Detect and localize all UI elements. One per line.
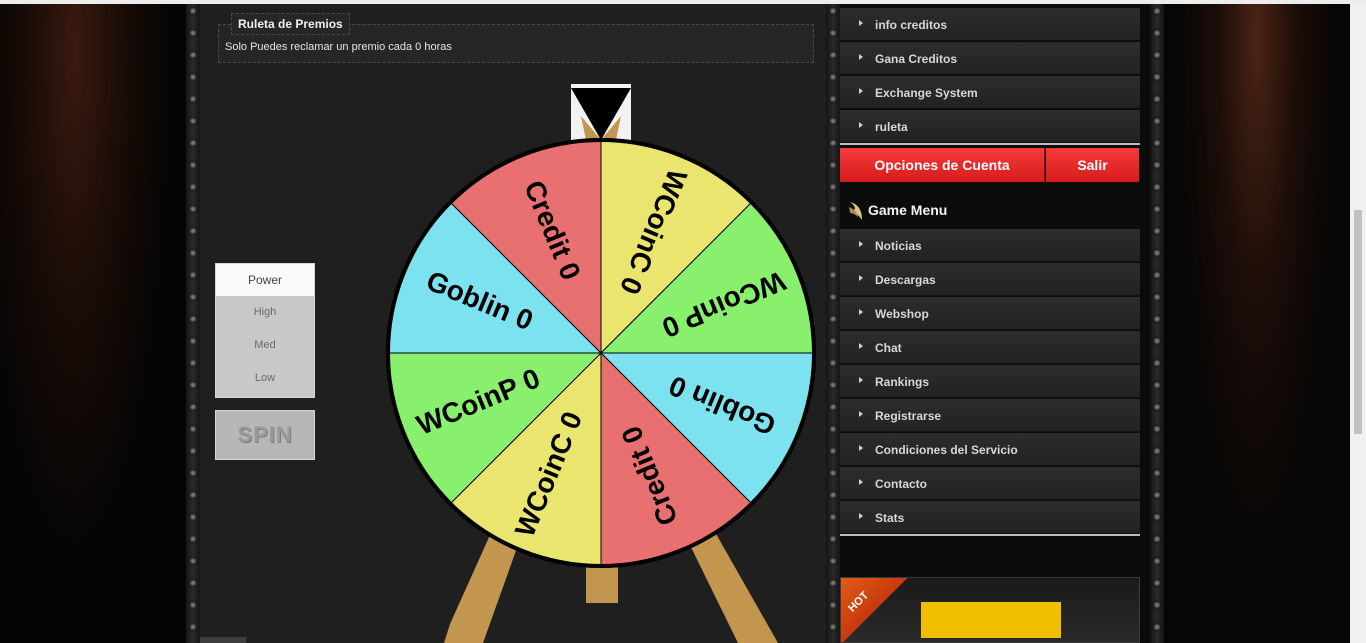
scrollbar-thumb[interactable] bbox=[1354, 210, 1362, 434]
notice-text: Solo Puedes reclamar un premio cada 0 ho… bbox=[225, 41, 452, 53]
sidebar-item-rankings[interactable]: Rankings bbox=[840, 365, 1140, 398]
arrow-right-icon bbox=[859, 513, 863, 519]
arrow-right-icon bbox=[859, 411, 863, 417]
sidebar-item-label: Descargas bbox=[875, 273, 936, 287]
power-header: Power bbox=[216, 264, 314, 296]
arrow-right-icon bbox=[859, 343, 863, 349]
arrow-right-icon bbox=[859, 445, 863, 451]
sidebar: info creditos Gana Creditos Exchange Sys… bbox=[840, 4, 1140, 643]
sidebar-item-label: Rankings bbox=[875, 375, 930, 389]
page-scrollbar[interactable] bbox=[1350, 4, 1366, 643]
main-content: WCoinC 0 WCoinP 0 Goblin 0 Credit 0 WCoinC 0… bbox=[200, 4, 826, 643]
hot-promo-banner[interactable]: HOT bbox=[840, 577, 1140, 643]
spin-button[interactable]: SPIN bbox=[215, 410, 315, 460]
wing-icon bbox=[849, 202, 862, 221]
account-options-button[interactable]: Opciones de Cuenta bbox=[840, 148, 1045, 182]
sidebar-item-label: info creditos bbox=[875, 18, 948, 32]
power-option-low[interactable]: Low bbox=[216, 362, 314, 395]
sidebar-item-label: Webshop bbox=[875, 307, 929, 321]
divider bbox=[840, 143, 1140, 145]
sidebar-item-chat[interactable]: Chat bbox=[840, 331, 1140, 364]
background-art-left bbox=[0, 0, 186, 643]
sidebar-item-label: Exchange System bbox=[875, 86, 978, 100]
sidebar-item-condiciones[interactable]: Condiciones del Servicio bbox=[840, 433, 1140, 466]
sidebar-item-registrarse[interactable]: Registrarse bbox=[840, 399, 1140, 432]
sidebar-item-label: Gana Creditos bbox=[875, 52, 958, 66]
arrow-right-icon bbox=[859, 241, 863, 247]
divider bbox=[840, 534, 1140, 536]
sidebar-item-contacto[interactable]: Contacto bbox=[840, 467, 1140, 500]
hot-badge: HOT bbox=[841, 578, 907, 642]
sidebar-item-info-creditos[interactable]: info creditos bbox=[840, 8, 1140, 41]
sidebar-item-label: ruleta bbox=[875, 120, 908, 134]
power-selector: Power High Med Low bbox=[215, 263, 315, 398]
power-option-high[interactable]: High bbox=[216, 296, 314, 329]
power-option-med[interactable]: Med bbox=[216, 329, 314, 362]
rivet-border-left bbox=[186, 4, 200, 643]
arrow-right-icon bbox=[859, 20, 863, 26]
bottom-scroll-indicator bbox=[200, 637, 246, 643]
arrow-right-icon bbox=[859, 377, 863, 383]
sidebar-item-label: Noticias bbox=[875, 239, 922, 253]
sidebar-item-noticias[interactable]: Noticias bbox=[840, 229, 1140, 262]
game-menu-title: Game Menu bbox=[848, 196, 947, 224]
sidebar-item-ruleta[interactable]: ruleta bbox=[840, 110, 1140, 143]
game-menu-label: Game Menu bbox=[868, 202, 948, 218]
arrow-right-icon bbox=[859, 122, 863, 128]
hot-label: HOT bbox=[846, 589, 872, 615]
arrow-right-icon bbox=[859, 479, 863, 485]
sidebar-item-label: Chat bbox=[875, 341, 902, 355]
background-art-right bbox=[1164, 0, 1350, 643]
sidebar-item-label: Condiciones del Servicio bbox=[875, 443, 1018, 457]
arrow-right-icon bbox=[859, 54, 863, 60]
rivet-border-right bbox=[1150, 4, 1164, 643]
arrow-right-icon bbox=[859, 88, 863, 94]
rivet-border-middle bbox=[826, 4, 840, 643]
stand-leg-left bbox=[444, 535, 518, 643]
sidebar-item-label: Stats bbox=[875, 511, 905, 525]
sidebar-item-stats[interactable]: Stats bbox=[840, 501, 1140, 534]
notice-box: Ruleta de Premios Solo Puedes reclamar u… bbox=[218, 13, 814, 63]
arrow-right-icon bbox=[859, 309, 863, 315]
arrow-right-icon bbox=[859, 275, 863, 281]
notice-title: Ruleta de Premios bbox=[231, 13, 350, 35]
sidebar-item-label: Contacto bbox=[875, 477, 927, 491]
sidebar-item-descargas[interactable]: Descargas bbox=[840, 263, 1140, 296]
sidebar-item-label: Registrarse bbox=[875, 409, 942, 423]
logout-button[interactable]: Salir bbox=[1046, 148, 1139, 182]
sidebar-item-webshop[interactable]: Webshop bbox=[840, 297, 1140, 330]
sidebar-item-gana-creditos[interactable]: Gana Creditos bbox=[840, 42, 1140, 75]
promo-image bbox=[921, 602, 1061, 638]
sidebar-item-exchange-system[interactable]: Exchange System bbox=[840, 76, 1140, 109]
